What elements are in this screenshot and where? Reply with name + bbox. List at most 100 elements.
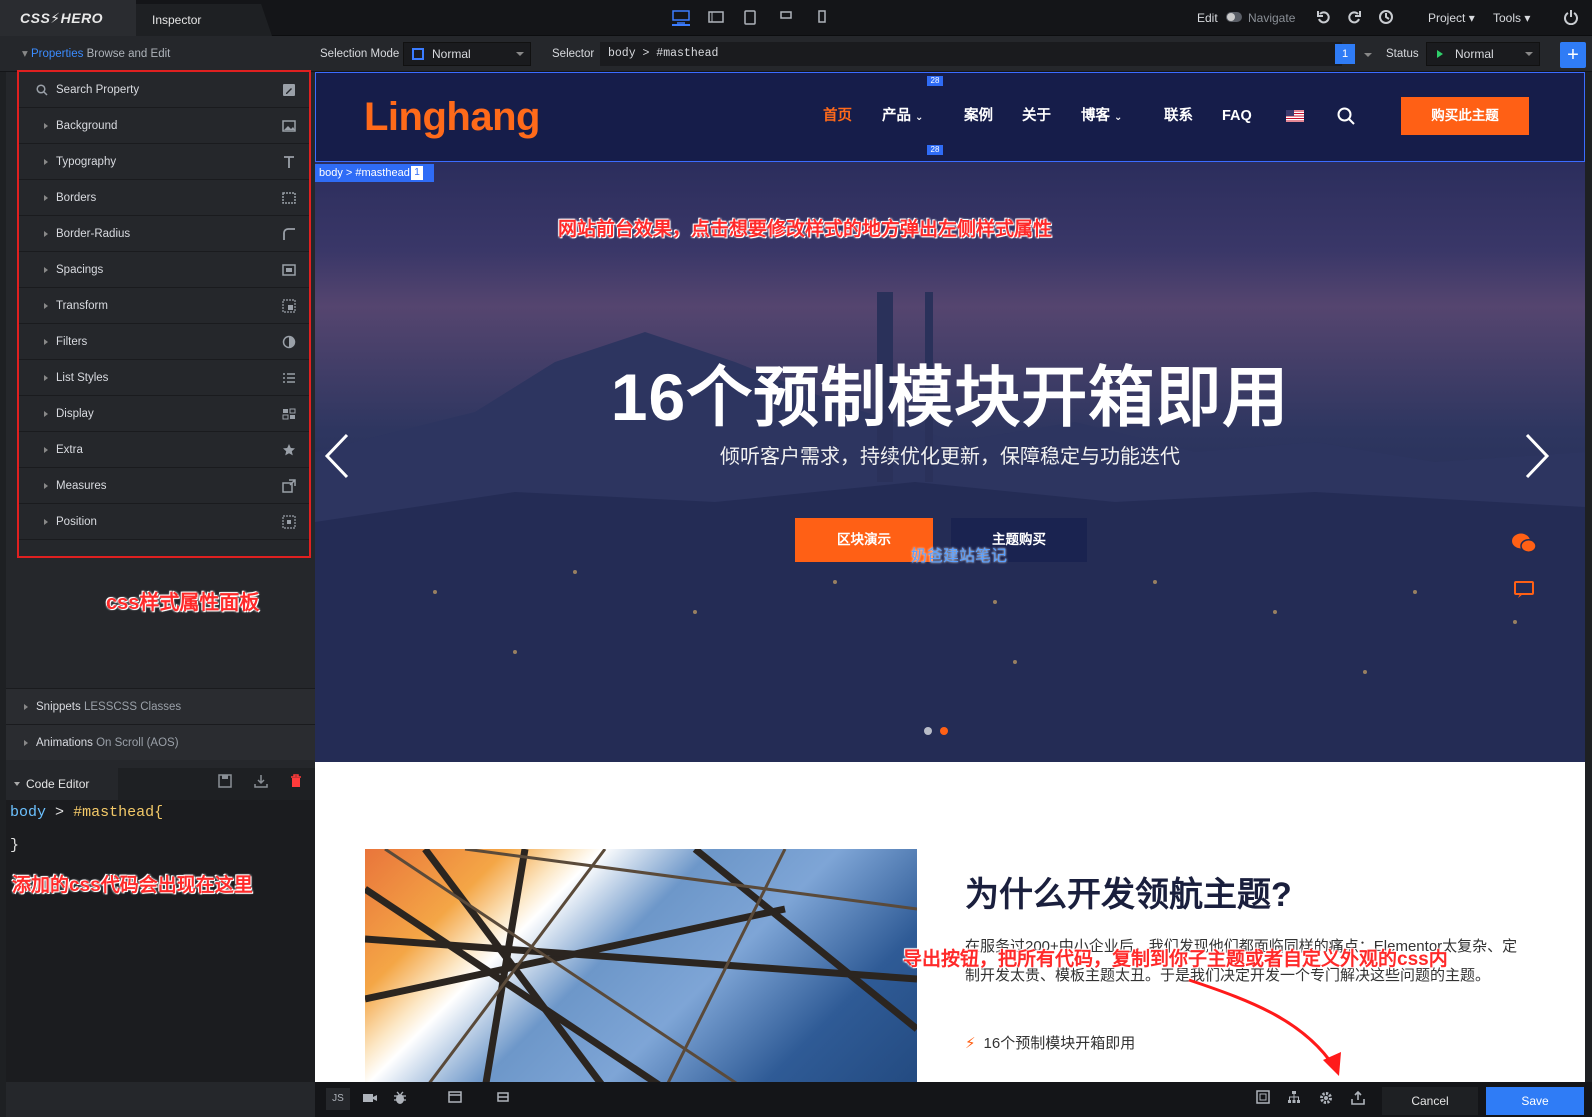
nav-contact[interactable]: 联系 <box>1164 73 1193 163</box>
status-label: Status <box>1386 48 1419 60</box>
tools-menu[interactable]: Tools ▾ <box>1493 0 1530 36</box>
chevron-down-icon: ⌄ <box>915 112 924 123</box>
trash-icon[interactable] <box>290 774 302 788</box>
properties-header[interactable]: ▾ Properties Browse and Edit <box>22 36 170 72</box>
redo-icon[interactable] <box>1346 9 1364 27</box>
site-preview[interactable]: Linghang 首页 产品 ⌄ 案例 关于 博客 ⌄ 联系 FAQ 购买此主题… <box>315 72 1585 1082</box>
gear-icon[interactable] <box>1318 1090 1336 1108</box>
lightning-icon: ⚡ <box>965 1035 976 1052</box>
hero-section[interactable]: Linghang 首页 产品 ⌄ 案例 关于 博客 ⌄ 联系 FAQ 购买此主题… <box>315 72 1585 762</box>
chevron-right-icon <box>24 740 31 746</box>
animations-sub: On Scroll (AOS) <box>96 737 179 749</box>
slider-dot-active[interactable] <box>940 727 948 735</box>
slider-next-icon[interactable] <box>1521 432 1551 480</box>
save-file-icon[interactable] <box>218 774 232 788</box>
annotation-code: 添加的css代码会出现在这里 <box>12 875 253 896</box>
selector-count-badge: 1 <box>1335 44 1355 64</box>
nav-blog-label: 博客 <box>1081 108 1110 124</box>
properties-label: Properties <box>30 48 84 60</box>
slider-prev-icon[interactable] <box>323 432 353 480</box>
selector-input[interactable]: body > #masthead <box>600 42 1342 66</box>
layout-rows-icon[interactable] <box>496 1090 514 1108</box>
export-icon[interactable] <box>1350 1090 1368 1108</box>
save-button[interactable]: Save <box>1486 1087 1584 1115</box>
phone-viewport-icon[interactable] <box>818 10 836 26</box>
chevron-right-icon <box>24 704 31 710</box>
code-id: #masthead{ <box>73 804 164 821</box>
sitemap-icon[interactable] <box>1287 1090 1305 1108</box>
js-button[interactable]: JS <box>326 1088 350 1110</box>
feature-item[interactable]: ⚡ 16个预制模块开箱即用 <box>965 1032 1135 1053</box>
download-icon[interactable] <box>254 774 268 788</box>
nav-products-label: 产品 <box>882 108 911 124</box>
desktop-viewport-icon[interactable] <box>672 10 690 26</box>
status-select[interactable]: Normal <box>1426 42 1540 66</box>
nav-home[interactable]: 首页 <box>823 73 852 163</box>
selector-label: Selector <box>552 48 595 60</box>
play-icon <box>1437 50 1447 58</box>
animations-accordion[interactable]: Animations On Scroll (AOS) <box>6 724 315 760</box>
chat-bubble-icon[interactable] <box>1513 580 1535 600</box>
landscape-phone-viewport-icon[interactable] <box>780 10 798 26</box>
us-flag-icon[interactable] <box>1286 110 1304 122</box>
selection-mode-icon <box>412 48 424 60</box>
properties-highlight-box <box>17 70 311 558</box>
site-logo[interactable]: Linghang <box>364 95 540 140</box>
annotation-panel: css样式属性面板 <box>106 592 260 614</box>
video-camera-icon[interactable] <box>362 1090 380 1108</box>
search-icon[interactable] <box>1337 107 1355 125</box>
tablet-viewport-icon[interactable] <box>744 10 762 26</box>
edit-navigate-toggle[interactable] <box>1226 12 1242 22</box>
tab-inspector[interactable]: Inspector <box>136 4 272 36</box>
hero-subtitle[interactable]: 倾听客户需求，持续优化更新，保障稳定与功能迭代 <box>315 440 1585 469</box>
history-icon[interactable] <box>1378 9 1396 27</box>
masthead[interactable]: Linghang 首页 产品 ⌄ 案例 关于 博客 ⌄ 联系 FAQ 购买此主题 <box>315 72 1585 162</box>
snippets-sub: LESSCSS Classes <box>83 701 182 713</box>
arrow-pointer-icon <box>1188 978 1341 1076</box>
annotation-export: 导出按钮，把所有代码，复制到你子主题或者自定义外观的css内 <box>903 949 1448 970</box>
frame-icon[interactable] <box>1256 1090 1274 1108</box>
project-label: Project <box>1428 11 1466 25</box>
chevron-down-icon <box>14 782 20 789</box>
nav-products[interactable]: 产品 ⌄ <box>882 73 923 163</box>
window-icon[interactable] <box>448 1090 466 1108</box>
code-editor-title: Code Editor <box>26 777 90 791</box>
hero-title[interactable]: 16个预制模块开箱即用 <box>315 344 1585 440</box>
feature-label: 16个预制模块开箱即用 <box>983 1035 1136 1052</box>
snippets-accordion[interactable]: Snippets LESSCSS Classes <box>6 688 315 724</box>
status-value: Normal <box>1455 47 1494 61</box>
power-icon[interactable] <box>1563 9 1581 27</box>
code-close: } <box>10 837 20 854</box>
edit-label[interactable]: Edit <box>1197 0 1218 36</box>
watermark: 奶爸建站笔记 <box>911 548 1008 565</box>
code-editor-tab[interactable]: Code Editor <box>6 768 118 800</box>
padding-bottom-tag: 28 <box>927 145 943 155</box>
slider-dot[interactable] <box>924 727 932 735</box>
navigate-label[interactable]: Navigate <box>1248 0 1295 36</box>
selection-mode-select[interactable]: Normal <box>403 42 531 66</box>
animations-label: Animations <box>36 737 93 749</box>
snippets-label: Snippets <box>36 701 81 713</box>
selection-mode-label: Selection Mode <box>320 48 400 60</box>
nav-cases[interactable]: 案例 <box>964 73 993 163</box>
nav-faq[interactable]: FAQ <box>1222 73 1252 163</box>
wechat-icon[interactable] <box>1511 532 1537 554</box>
cancel-button[interactable]: Cancel <box>1382 1087 1478 1115</box>
selector-caret-icon[interactable] <box>1364 53 1372 61</box>
nav-about[interactable]: 关于 <box>1022 73 1051 163</box>
padding-top-tag: 28 <box>927 76 943 86</box>
tools-label: Tools <box>1493 11 1522 25</box>
project-menu[interactable]: Project ▾ <box>1428 0 1475 36</box>
selected-element-count: 1 <box>411 166 423 180</box>
laptop-viewport-icon[interactable] <box>708 10 726 26</box>
undo-icon[interactable] <box>1316 9 1334 27</box>
app-logo: CSS⚡HERO <box>0 0 136 36</box>
buy-theme-button[interactable]: 购买此主题 <box>1401 97 1529 135</box>
code-line-1: body > #masthead{ <box>10 804 315 821</box>
code-combinator: > <box>55 804 65 821</box>
code-editor[interactable]: body > #masthead{ } <box>6 800 315 1082</box>
about-title[interactable]: 为什么开发领航主题? <box>965 867 1292 916</box>
add-selector-button[interactable]: + <box>1560 42 1586 68</box>
bug-icon[interactable] <box>392 1090 410 1108</box>
nav-blog[interactable]: 博客 ⌄ <box>1081 73 1122 163</box>
